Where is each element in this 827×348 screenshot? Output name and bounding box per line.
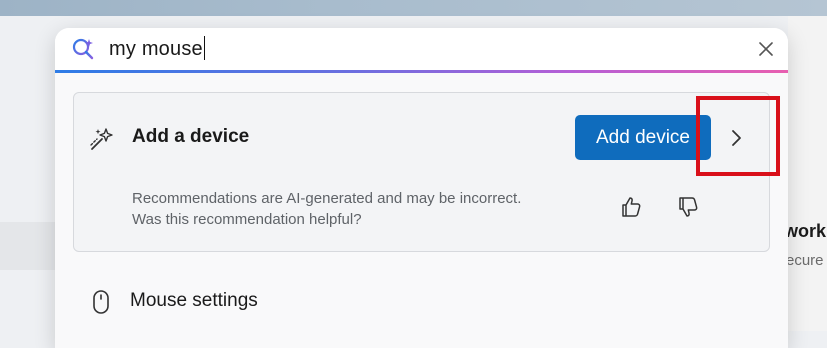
copilot-search-icon (70, 36, 96, 62)
thumbs-down-icon[interactable] (676, 195, 700, 219)
background-right-panel: work ecure (784, 16, 827, 331)
search-panel: my mouse Add a device Add device Recomme… (55, 28, 788, 348)
search-accent-line (55, 70, 788, 73)
search-bar[interactable]: my mouse (55, 28, 788, 70)
result-label: Mouse settings (130, 290, 258, 311)
background-heading-fragment: work (784, 221, 827, 241)
mouse-icon (91, 288, 111, 316)
highlight-annotation-box (696, 96, 780, 176)
disclaimer-line-1: Recommendations are AI-generated and may… (132, 190, 522, 207)
result-mouse-settings[interactable]: Mouse settings (73, 278, 768, 328)
text-caret (203, 36, 206, 60)
thumbs-up-icon[interactable] (619, 195, 643, 219)
background-left-panel (0, 222, 56, 270)
search-input-value: my mouse (109, 38, 203, 60)
sparkle-wand-icon (89, 126, 115, 152)
window-top-strip (0, 0, 827, 16)
background-subtext-fragment: ecure (786, 252, 824, 269)
add-device-button[interactable]: Add device (575, 115, 711, 160)
disclaimer-line-2: Was this recommendation helpful? (132, 211, 362, 228)
recommendation-card: Add a device Add device Recommendations … (73, 92, 770, 252)
close-icon[interactable] (756, 39, 776, 59)
recommendation-title: Add a device (132, 126, 250, 147)
ai-disclaimer: Recommendations are AI-generated and may… (132, 188, 521, 230)
search-input[interactable]: my mouse (109, 36, 206, 61)
